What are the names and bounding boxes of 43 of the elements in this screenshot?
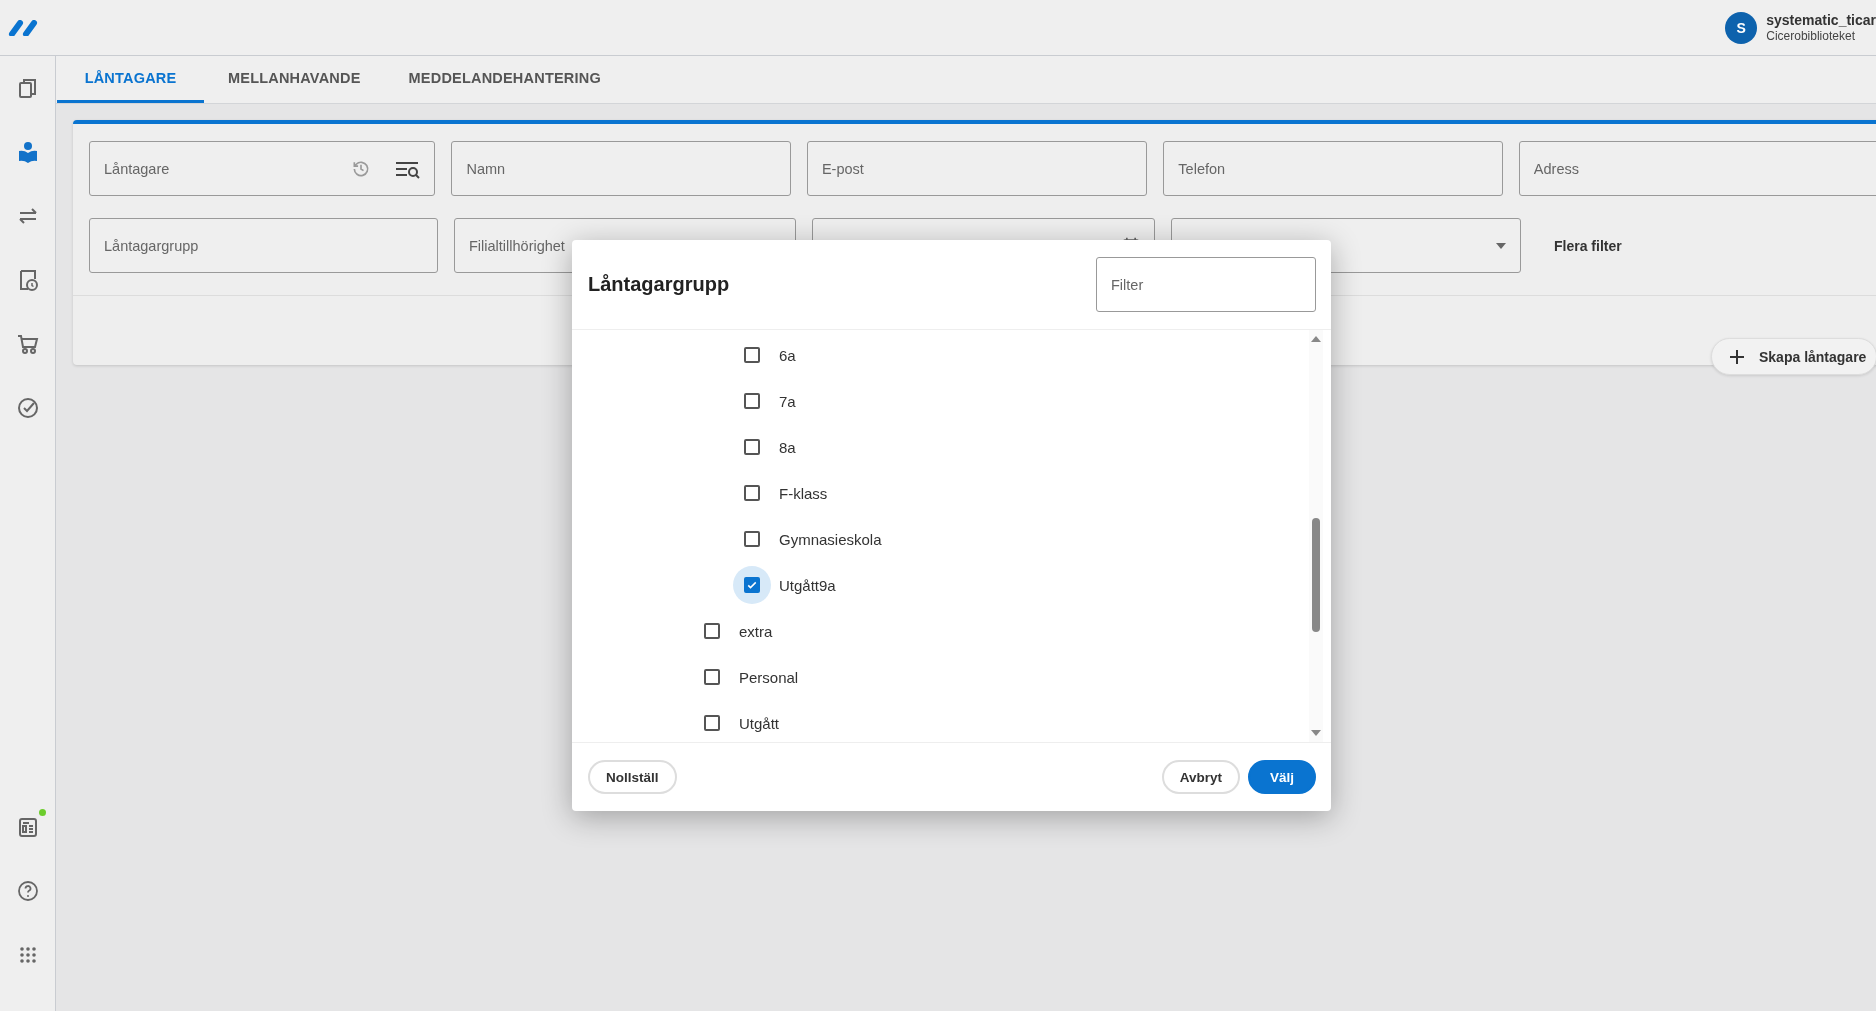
- checkbox[interactable]: [744, 347, 760, 363]
- text-field[interactable]: Låntagargrupp: [89, 218, 438, 273]
- cancel-button[interactable]: Avbryt: [1161, 760, 1240, 794]
- text-field[interactable]: Namn: [451, 141, 791, 196]
- list-item[interactable]: 7a: [572, 378, 1309, 424]
- checkbox[interactable]: [704, 669, 720, 685]
- tab[interactable]: LÅNTAGARE: [57, 56, 204, 103]
- list-item[interactable]: extra: [572, 608, 1309, 654]
- text-field[interactable]: E-post: [806, 141, 1148, 196]
- list-item[interactable]: F-klass: [572, 470, 1309, 516]
- checkbox[interactable]: [744, 393, 760, 409]
- tab[interactable]: MELLANHAVANDE: [204, 56, 385, 103]
- checkbox[interactable]: [704, 623, 720, 639]
- dialog-title: Låntagargrupp: [588, 273, 730, 296]
- create-borrower-button[interactable]: Skapa låntagare: [1711, 338, 1876, 375]
- cart-icon[interactable]: [15, 332, 40, 356]
- text-field[interactable]: Telefon: [1163, 141, 1503, 196]
- checkbox[interactable]: [744, 439, 760, 455]
- check-circle-icon[interactable]: [15, 396, 40, 420]
- help-icon[interactable]: [15, 879, 40, 903]
- reset-button[interactable]: Nollställ: [588, 760, 677, 794]
- search-field[interactable]: Låntagare: [89, 141, 436, 196]
- avatar[interactable]: S: [1725, 11, 1758, 44]
- list-item[interactable]: Utgått: [572, 700, 1309, 742]
- checkbox[interactable]: [704, 715, 720, 731]
- more-filters-link[interactable]: Flera filter: [1554, 233, 1622, 258]
- select-button[interactable]: Välj: [1248, 760, 1316, 794]
- tab[interactable]: MEDDELANDEHANTERING: [384, 56, 625, 103]
- list-item[interactable]: Personal: [572, 654, 1309, 700]
- user-name: systematic_ticar: [1766, 11, 1876, 28]
- library-name: Cicerobiblioteket: [1766, 28, 1856, 44]
- list-item[interactable]: Gymnasieskola: [572, 516, 1309, 562]
- checkbox[interactable]: [744, 531, 760, 547]
- list-item[interactable]: 6a: [572, 332, 1309, 378]
- checkbox[interactable]: [744, 577, 760, 593]
- filter-field[interactable]: Filter: [1096, 257, 1316, 312]
- text-field[interactable]: Adress: [1518, 141, 1876, 196]
- caret-icon: [1495, 241, 1507, 250]
- list-item[interactable]: 8a: [572, 424, 1309, 470]
- list-item[interactable]: Utgått9a: [572, 562, 1309, 608]
- plus-icon: [1729, 348, 1745, 365]
- scrollbar[interactable]: [1309, 330, 1323, 742]
- checkbox[interactable]: [744, 485, 760, 501]
